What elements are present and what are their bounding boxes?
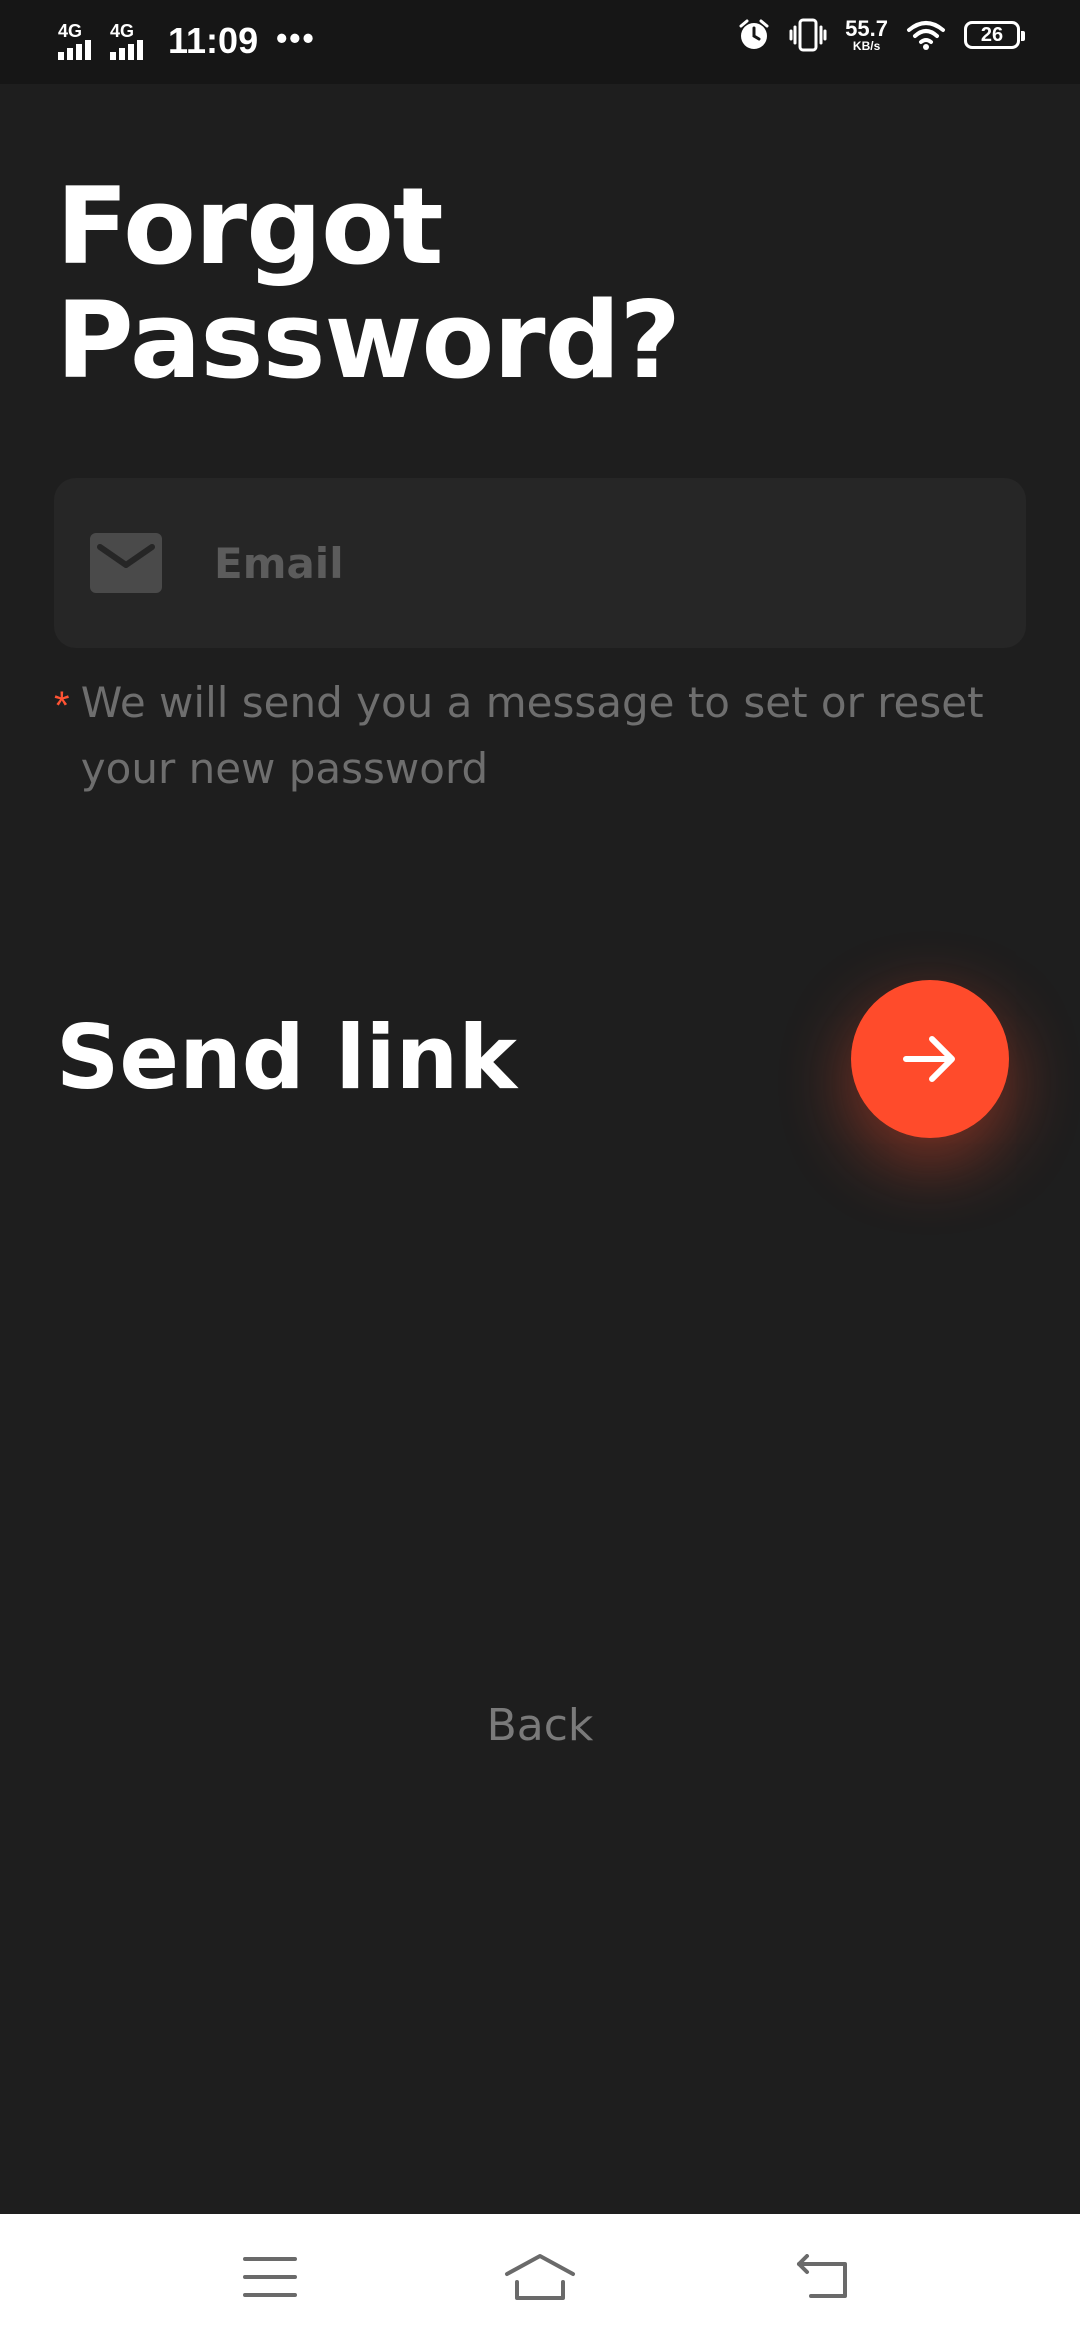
menu-icon (243, 2257, 297, 2297)
navigation-bar (0, 2214, 1080, 2340)
forgot-password-screen: 4G 4G 11:09 ••• 55.7 KB/s 26 Forgot Pass… (0, 0, 1080, 2340)
signal-1: 4G (58, 22, 100, 60)
network-type-label: 4G (58, 21, 83, 41)
arrow-right-icon (903, 1036, 955, 1082)
signal-bars-icon (58, 40, 91, 60)
battery-icon: 26 (964, 21, 1025, 49)
back-link[interactable]: Back (0, 1696, 1080, 1756)
send-link-label: Send link (56, 1006, 517, 1109)
back-nav-button[interactable] (782, 2244, 862, 2310)
signal-2: 4G (110, 22, 152, 60)
wifi-icon (907, 21, 945, 50)
page-title: Forgot Password? (56, 165, 681, 402)
hint: * We will send you a message to set or r… (54, 670, 1014, 802)
home-button[interactable] (500, 2244, 580, 2310)
send-link-button[interactable] (851, 980, 1009, 1138)
status-bar: 4G 4G 11:09 ••• 55.7 KB/s 26 (0, 0, 1080, 84)
back-icon (797, 2254, 847, 2298)
network-speed: 55.7 KB/s (845, 16, 888, 53)
hint-text: We will send you a message to set or res… (80, 678, 984, 793)
menu-button[interactable] (230, 2244, 310, 2310)
required-marker: * (54, 684, 70, 728)
signal-bars-icon (110, 40, 143, 60)
email-input[interactable] (194, 478, 994, 648)
email-field[interactable] (54, 478, 1026, 648)
more-notifications-icon: ••• (276, 19, 316, 56)
status-bar-left: 4G 4G 11:09 ••• (58, 20, 316, 62)
vibrate-icon (789, 18, 827, 52)
clock: 11:09 (168, 20, 259, 61)
mail-icon (90, 533, 162, 593)
page-title-line-2: Password? (56, 279, 681, 402)
network-speed-unit: KB/s (852, 39, 881, 53)
network-type-label: 4G (110, 21, 135, 41)
network-speed-value: 55.7 (845, 16, 888, 41)
home-icon (505, 2254, 575, 2300)
status-bar-right: 55.7 KB/s 26 (737, 16, 1025, 53)
battery-level: 26 (980, 23, 1004, 46)
page-title-line-1: Forgot (56, 165, 444, 288)
alarm-icon (739, 19, 769, 49)
